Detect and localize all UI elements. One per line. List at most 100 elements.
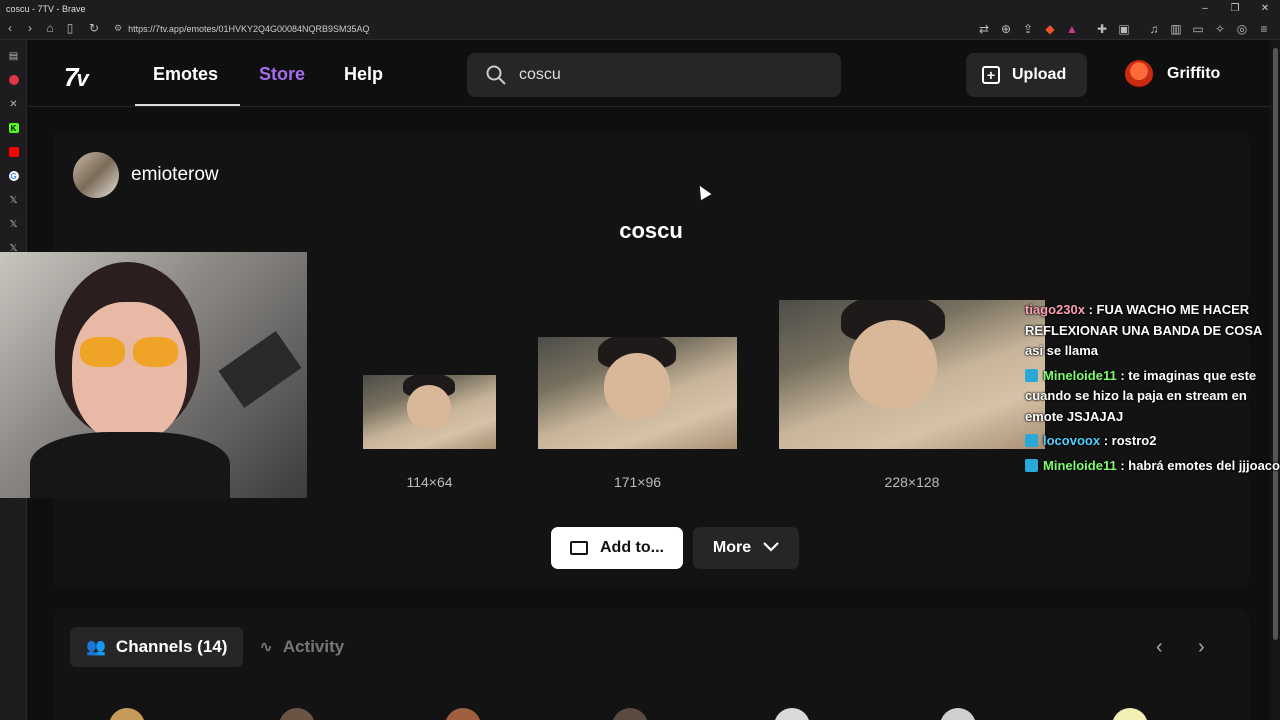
7tv-logo[interactable]: 7v bbox=[64, 62, 89, 93]
add-to-button[interactable]: Add to... bbox=[551, 527, 683, 569]
search-icon bbox=[485, 64, 507, 86]
youtube-icon[interactable] bbox=[0, 140, 27, 164]
window-title: coscu - 7TV - Brave bbox=[6, 3, 86, 14]
channel-avatar[interactable] bbox=[940, 708, 976, 720]
chat-message: Mineloide11 : habrá emotes del jjjoaco bbox=[1025, 456, 1280, 477]
active-nav-indicator bbox=[135, 104, 240, 106]
user-menu[interactable]: Griffito bbox=[1125, 60, 1220, 88]
chat-badge-icon bbox=[1025, 458, 1038, 472]
chat-message: tiago230x : FUA WACHO ME HACER REFLEXION… bbox=[1025, 300, 1280, 362]
chat-message: Mineloide11 : te imaginas que este cuand… bbox=[1025, 366, 1280, 428]
nav-store[interactable]: Store bbox=[259, 64, 305, 85]
sidebar-app-red-icon[interactable] bbox=[0, 68, 27, 92]
search-value: coscu bbox=[519, 66, 561, 83]
site-info-icon[interactable]: ⚙ bbox=[114, 23, 122, 34]
close-icon[interactable]: ✕ bbox=[1250, 0, 1280, 17]
chat-badge-icon bbox=[1025, 434, 1038, 447]
minimize-icon[interactable]: – bbox=[1190, 0, 1220, 17]
channel-avatar[interactable] bbox=[774, 708, 810, 720]
window-controls: – ❐ ✕ bbox=[1190, 0, 1280, 17]
google-icon[interactable]: G bbox=[0, 164, 27, 188]
back-icon[interactable]: ‹ bbox=[0, 18, 20, 38]
upload-label: Upload bbox=[1012, 66, 1067, 83]
emote-title: coscu bbox=[619, 218, 683, 243]
chat-text: : habrá emotes del jjjoaco bbox=[1116, 457, 1280, 473]
chat-username: locovoox bbox=[1043, 433, 1101, 448]
more-button[interactable]: More bbox=[693, 527, 799, 569]
upload-button[interactable]: + Upload bbox=[966, 53, 1087, 97]
x-icon-2[interactable]: 𝕏 bbox=[0, 212, 27, 236]
chat-text: : rostro2 bbox=[1100, 433, 1157, 448]
tab-channels-label: Channels (14) bbox=[115, 637, 228, 656]
emote-preview-small bbox=[363, 375, 496, 449]
chat-username: Mineloide11 bbox=[1043, 367, 1117, 383]
kick-icon[interactable]: K bbox=[0, 116, 27, 140]
maximize-icon[interactable]: ❐ bbox=[1220, 0, 1250, 17]
wallet-icon[interactable]: ▭ bbox=[1188, 19, 1208, 39]
vpn-icon[interactable]: ◎ bbox=[1232, 19, 1252, 39]
sidebar-panel-icon[interactable]: ▤ bbox=[0, 44, 27, 68]
username: Griffito bbox=[1167, 65, 1221, 82]
next-page-icon[interactable]: › bbox=[1198, 636, 1205, 659]
sunglasses-left bbox=[80, 337, 125, 367]
chat-username: tiago230x bbox=[1025, 302, 1085, 317]
media-icon[interactable]: ♫ bbox=[1144, 19, 1164, 39]
tab-channels[interactable]: 👥 Channels (14) bbox=[70, 627, 244, 667]
channel-tabs: 👥 Channels (14) ∿ Activity bbox=[70, 627, 360, 667]
channel-avatar[interactable] bbox=[279, 708, 315, 720]
channels-card: 👥 Channels (14) ∿ Activity ‹ › bbox=[53, 608, 1249, 720]
home-icon[interactable]: ⌂ bbox=[40, 18, 60, 38]
forward-icon[interactable]: › bbox=[20, 18, 40, 38]
sidebar-close-icon[interactable]: ✕ bbox=[0, 92, 27, 116]
add-to-label: Add to... bbox=[600, 539, 664, 556]
chat-message: locovoox : rostro2 bbox=[1025, 431, 1280, 452]
microphone bbox=[218, 330, 302, 409]
zoom-icon[interactable]: ⊕ bbox=[996, 19, 1016, 39]
share-icon[interactable]: ⇪ bbox=[1018, 19, 1038, 39]
chat-username: Mineloide11 bbox=[1043, 457, 1117, 473]
bookmark-icon[interactable]: ▯ bbox=[60, 18, 80, 38]
emote-preview-medium bbox=[538, 337, 737, 449]
window-titlebar: coscu - 7TV - Brave – ❐ ✕ bbox=[0, 0, 1280, 17]
tab-activity[interactable]: ∿ Activity bbox=[243, 627, 360, 667]
channel-avatar[interactable] bbox=[109, 708, 145, 720]
emote-author[interactable]: emioterow bbox=[73, 152, 219, 198]
translate-icon[interactable]: ⇄ bbox=[974, 19, 994, 39]
tab-activity-label: Activity bbox=[282, 637, 345, 656]
plus-square-icon: + bbox=[982, 66, 1000, 84]
channel-avatars bbox=[53, 708, 1249, 720]
avatar bbox=[1125, 60, 1153, 88]
webcam-shirt bbox=[30, 432, 230, 498]
x-icon[interactable]: 𝕏 bbox=[0, 188, 27, 212]
prev-page-icon[interactable]: ‹ bbox=[1156, 636, 1163, 659]
leo-ai-icon[interactable]: ✧ bbox=[1210, 19, 1230, 39]
reload-icon[interactable]: ↻ bbox=[84, 18, 104, 38]
nav-emotes[interactable]: Emotes bbox=[153, 64, 218, 85]
chevron-down-icon bbox=[763, 539, 779, 557]
emote-size-large: 228×128 bbox=[884, 474, 940, 490]
emote-size-small: 114×64 bbox=[406, 474, 453, 490]
menu-icon[interactable]: ≡ bbox=[1254, 19, 1274, 39]
extensions-icon[interactable]: ✚ bbox=[1092, 19, 1112, 39]
browser-toolbar: ‹ › ⌂ ▯ ↻ ⚙ https://7tv.app/emotes/01HVK… bbox=[0, 17, 1280, 40]
address-bar[interactable]: ⚙ https://7tv.app/emotes/01HVKY2Q4G00084… bbox=[110, 19, 1010, 38]
emote-size-medium: 171×96 bbox=[613, 474, 662, 490]
sidebar-toggle-icon[interactable]: ▥ bbox=[1166, 19, 1186, 39]
users-icon: 👥 bbox=[86, 639, 106, 656]
activity-icon: ∿ bbox=[259, 639, 273, 656]
folder-plus-icon bbox=[570, 541, 588, 555]
channel-avatar[interactable] bbox=[1112, 708, 1148, 720]
brave-rewards-icon[interactable]: ▲ bbox=[1062, 19, 1082, 39]
search-input[interactable]: coscu bbox=[467, 53, 841, 97]
toolbar-right-icons: ⇄ ⊕ ⇪ ◆ ▲ ✚ ▣ ♫ ▥ ▭ ✧ ◎ ≡ bbox=[974, 19, 1274, 39]
url-text: https://7tv.app/emotes/01HVKY2Q4G00084NQ… bbox=[128, 23, 370, 34]
nav-help[interactable]: Help bbox=[344, 64, 383, 85]
sunglasses-right bbox=[133, 337, 178, 367]
channel-avatar[interactable] bbox=[612, 708, 648, 720]
webcam-face bbox=[72, 302, 187, 442]
emote-preview-large bbox=[779, 300, 1045, 449]
channel-avatar[interactable] bbox=[445, 708, 481, 720]
stream-chat-overlay: tiago230x : FUA WACHO ME HACER REFLEXION… bbox=[1025, 300, 1280, 480]
screenshot-icon[interactable]: ▣ bbox=[1114, 19, 1134, 39]
brave-shields-icon[interactable]: ◆ bbox=[1040, 19, 1060, 39]
